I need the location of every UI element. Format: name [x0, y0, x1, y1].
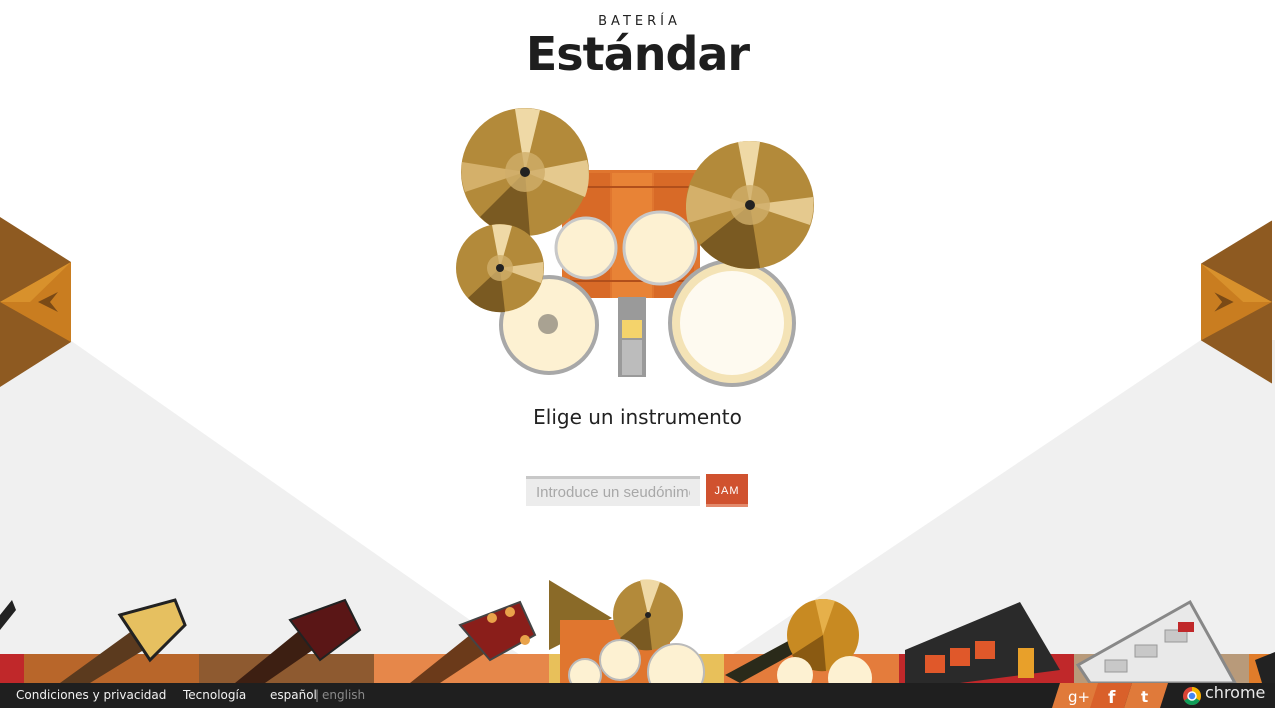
next-instrument-button[interactable]	[1201, 217, 1272, 387]
technology-link[interactable]: Tecnología	[183, 688, 246, 702]
page-header: BATERÍA Estándar	[0, 14, 1275, 79]
language-en-link[interactable]: english	[322, 688, 365, 702]
instrument-drum-machine-2[interactable]	[1075, 599, 1237, 683]
jam-button[interactable]: JAM	[706, 474, 748, 507]
svg-text:t: t	[1141, 688, 1148, 706]
language-separator: |	[315, 688, 320, 702]
privacy-link[interactable]: Condiciones y privacidad	[16, 688, 166, 702]
choose-instrument-label: Elige un instrumento	[533, 405, 742, 429]
language-es-link[interactable]: español	[270, 688, 317, 702]
instrument-carousel[interactable]	[0, 575, 1275, 683]
svg-text:g+: g+	[1068, 688, 1090, 706]
social-buttons: g+ f t	[1052, 683, 1168, 708]
page-title: Estándar	[525, 27, 750, 81]
previous-instrument-button[interactable]	[0, 217, 71, 387]
chrome-brand-text[interactable]: chrome	[1205, 683, 1265, 702]
drum-kit-illustration[interactable]	[450, 105, 820, 390]
instrument-drums[interactable]	[549, 579, 705, 683]
chrome-logo-icon[interactable]	[1182, 686, 1202, 706]
instrument-drum-machine-1[interactable]	[905, 602, 1060, 683]
instrument-drums-2[interactable]	[725, 599, 872, 683]
nickname-input[interactable]	[526, 476, 700, 506]
svg-text:f: f	[1108, 688, 1116, 708]
